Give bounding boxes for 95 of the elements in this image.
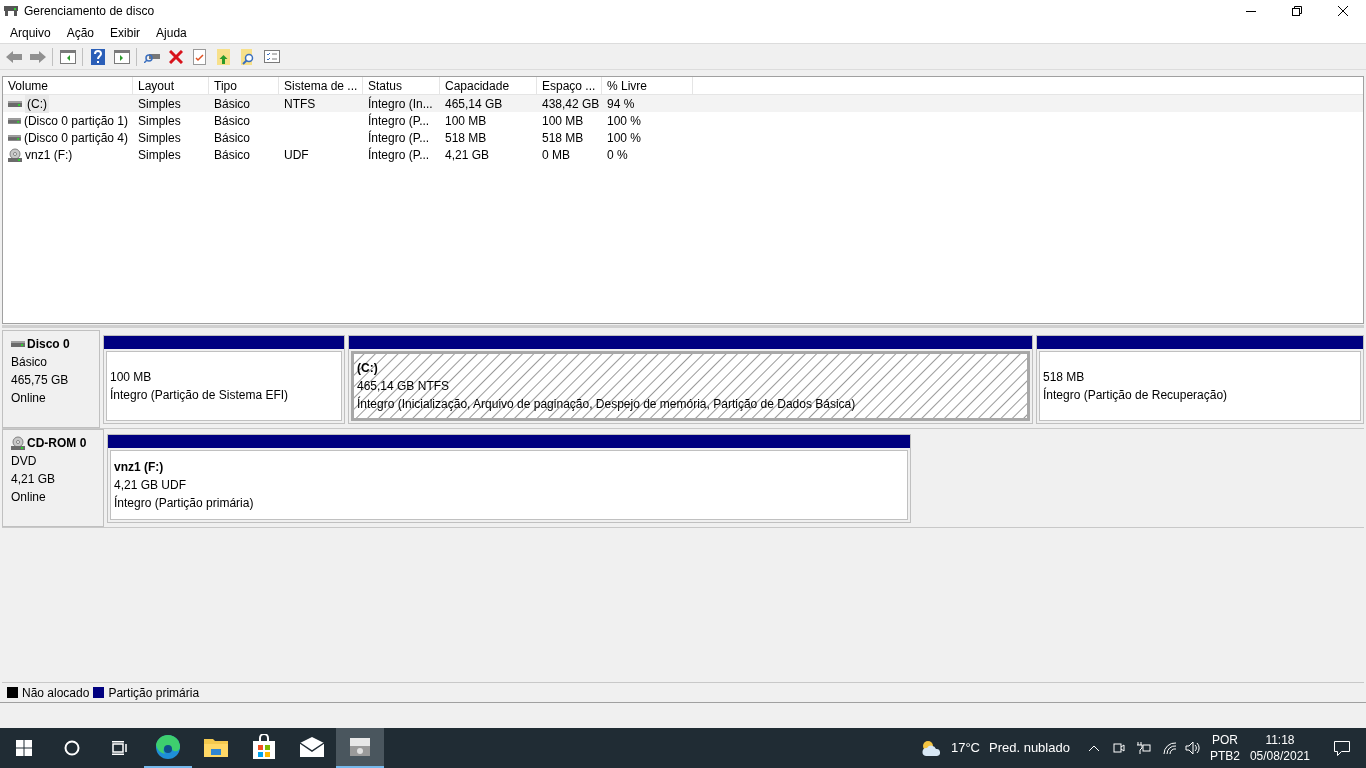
- optical-drive-icon: [8, 147, 22, 162]
- volume-row[interactable]: (C:) Simples Básico NTFS Íntegro (In... 465,14 GB 438,42 GB 94 %: [3, 95, 1363, 112]
- table-cell-text: 465,14 GB: [445, 95, 503, 113]
- disk-size: 465,75 GB: [11, 372, 70, 389]
- table-cell-text: 100 %: [607, 129, 642, 147]
- wifi-icon[interactable]: [1162, 742, 1177, 754]
- speaker-icon[interactable]: [1184, 741, 1201, 755]
- table-cell-text: 4,21 GB: [445, 146, 490, 164]
- partition-status: Íntegro (Partição de Recuperação): [1043, 386, 1228, 404]
- table-cell-text: Íntegro (P...: [368, 129, 430, 147]
- disk-status: Online: [11, 489, 47, 506]
- table-cell-text: (Disco 0 partição 4): [23, 129, 128, 147]
- weather-temperature[interactable]: 17°C: [950, 738, 980, 758]
- taskbar-app[interactable]: [336, 728, 384, 768]
- chevron-up-icon[interactable]: [1087, 744, 1100, 752]
- table-cell-text: 100 MB: [542, 112, 584, 130]
- table-cell-text: 100 %: [607, 112, 642, 130]
- partition-block[interactable]: 518 MB Íntegro (Partição de Recuperação): [1036, 335, 1364, 424]
- partition-block[interactable]: (C:) 465,14 GB NTFS Íntegro (Inicialização, Arquivo de paginação, Despejo de memória, Partição de Dados Básica): [348, 335, 1033, 424]
- menu-item[interactable]: Ajuda: [148, 22, 195, 43]
- weather-text[interactable]: Pred. nublado: [988, 738, 1070, 758]
- partition-block[interactable]: 100 MB Íntegro (Partição de Sistema EFI): [103, 335, 345, 424]
- partition-title: (C:): [357, 360, 378, 377]
- table-cell-text: Básico: [214, 112, 251, 130]
- volume-row[interactable]: vnz1 (F:) Simples Básico UDF Íntegro (P... 4,21 GB 0 MB 0 %: [3, 146, 1363, 163]
- partition-size: 100 MB: [110, 369, 152, 386]
- table-cell-text: Íntegro (P...: [368, 112, 430, 130]
- table-cell-text: (Disco 0 partição 1): [23, 112, 128, 130]
- column-header[interactable]: % Livre: [602, 77, 693, 94]
- table-cell-text: Simples: [138, 146, 181, 164]
- table-cell-text: Básico: [214, 95, 251, 113]
- close-icon: [1338, 6, 1348, 16]
- table-cell-text: 438,42 GB: [542, 95, 600, 113]
- legend-label: Não alocado: [22, 684, 90, 702]
- table-cell-text: 100 MB: [445, 112, 487, 130]
- legend-label: Partição primária: [108, 684, 200, 702]
- partition-status: Íntegro (Partição de Sistema EFI): [110, 386, 289, 404]
- table-cell-text: Simples: [138, 95, 181, 113]
- table-cell-text: Íntegro (In...: [368, 95, 433, 113]
- window-title: Gerenciamento de disco: [24, 3, 155, 20]
- table-cell-text: Simples: [138, 129, 181, 147]
- hard-drive-icon: [11, 340, 25, 348]
- column-header[interactable]: Volume: [3, 77, 133, 94]
- disk-name: Disco 0: [27, 336, 70, 353]
- partition-size: 4,21 GB UDF: [114, 477, 187, 494]
- restore-icon: [1292, 6, 1302, 16]
- partition-status: Íntegro (Partição primária): [114, 494, 254, 512]
- clock[interactable]: 11:18 05/08/2021: [1249, 732, 1310, 764]
- table-cell-text: 518 MB: [445, 129, 487, 147]
- partition-block[interactable]: vnz1 (F:) 4,21 GB UDF Íntegro (Partição primária): [107, 434, 911, 523]
- partition-status: Íntegro (Inicialização, Arquivo de paginação, Despejo de memória, Partição de Dados Básica): [357, 395, 856, 413]
- column-header[interactable]: Status: [363, 77, 440, 94]
- disk-status: Online: [11, 390, 47, 407]
- table-cell-text: Simples: [138, 112, 181, 130]
- volume-row[interactable]: (Disco 0 partição 4) Simples Básico Íntegro (P... 518 MB 518 MB 100 %: [3, 129, 1363, 146]
- table-cell-text: Básico: [214, 129, 251, 147]
- table-cell-text: NTFS: [284, 95, 316, 113]
- table-cell-text: 0 MB: [542, 146, 570, 164]
- disk-type: Básico: [11, 354, 49, 371]
- column-header[interactable]: Espaço ...: [537, 77, 602, 94]
- table-cell-text: 518 MB: [542, 129, 584, 147]
- minimize-icon: [1246, 10, 1256, 12]
- optical-drive-icon: [11, 436, 25, 450]
- menu-item[interactable]: Arquivo: [2, 22, 59, 43]
- language-indicator[interactable]: POR PTB2: [1209, 732, 1240, 764]
- column-header[interactable]: Layout: [133, 77, 209, 94]
- partition-title: vnz1 (F:): [114, 459, 164, 476]
- table-cell-text: vnz1 (F:): [25, 146, 73, 164]
- power-plug-icon[interactable]: [1134, 742, 1151, 754]
- table-cell-text: 0 %: [607, 146, 628, 164]
- partition-size: 465,14 GB NTFS: [357, 378, 450, 395]
- hard-drive-icon: [8, 99, 22, 108]
- disk-name: CD-ROM 0: [27, 435, 87, 452]
- folder-icon: [203, 736, 229, 758]
- menu-item[interactable]: Ação: [58, 22, 103, 43]
- column-header[interactable]: Tipo: [209, 77, 279, 94]
- app-icon: [4, 5, 18, 17]
- partition-size: 518 MB: [1043, 369, 1085, 386]
- table-cell-text: 94 %: [607, 95, 635, 113]
- hard-drive-icon: [8, 116, 21, 125]
- browser-icon: [155, 734, 181, 760]
- table-cell-text: Básico: [214, 146, 251, 164]
- camera-icon[interactable]: [1112, 741, 1125, 755]
- disk-drive-icon: [347, 736, 373, 758]
- disk-type: DVD: [11, 453, 38, 470]
- column-header[interactable]: Sistema de ...: [279, 77, 363, 94]
- volume-row[interactable]: (Disco 0 partição 1) Simples Básico Íntegro (P... 100 MB 100 MB 100 %: [3, 112, 1363, 129]
- column-header[interactable]: Capacidade: [440, 77, 537, 94]
- hard-drive-icon: [8, 133, 21, 142]
- shopping-bag-icon: [252, 734, 276, 760]
- table-cell-text: Íntegro (P...: [368, 146, 430, 164]
- envelope-icon: [299, 737, 325, 757]
- menu-item[interactable]: Exibir: [102, 22, 149, 43]
- disk-size: 4,21 GB: [11, 471, 57, 488]
- table-cell-text: UDF: [284, 146, 309, 164]
